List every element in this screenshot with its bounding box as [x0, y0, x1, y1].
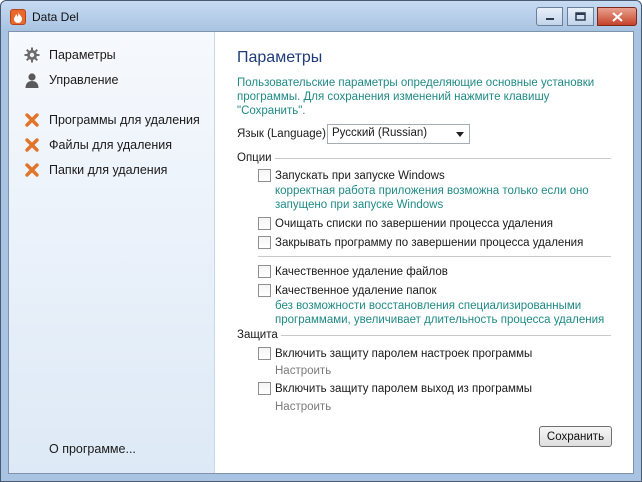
checkbox-box[interactable] — [258, 236, 271, 249]
checkbox-clear-lists[interactable]: Очищать списки по завершении процесса уд… — [258, 217, 553, 230]
sidebar: Параметры Управление Программы для удале… — [9, 32, 215, 473]
cross-icon — [23, 111, 41, 129]
sidebar-item-programs-to-delete[interactable]: Программы для удаления — [23, 110, 200, 130]
window-title: Data Del — [32, 10, 79, 24]
maximize-icon — [575, 12, 586, 21]
protection-divider — [281, 335, 611, 336]
checkbox-quality-files[interactable]: Качественное удаление файлов — [258, 265, 448, 278]
options-inner-divider — [258, 256, 611, 257]
app-logo-icon — [10, 9, 26, 25]
checkbox-box[interactable] — [258, 382, 271, 395]
checkbox-box[interactable] — [258, 284, 271, 297]
checkbox-label: Включить защиту паролем выход из програм… — [275, 382, 533, 395]
checkbox-settings-password[interactable]: Включить защиту паролем настроек програм… — [258, 347, 532, 360]
checkbox-label: Качественное удаление файлов — [275, 265, 448, 278]
sidebar-item-label: Папки для удаления — [49, 163, 168, 177]
protection-section-label: Защита — [237, 329, 278, 341]
settings-panel: Параметры Пользовательские параметры опр… — [237, 32, 627, 473]
sidebar-item-management[interactable]: Управление — [23, 70, 119, 90]
options-divider — [275, 158, 611, 159]
language-select[interactable]: Русский (Russian) — [327, 124, 470, 144]
settings-password-configure-link[interactable]: Настроить — [275, 365, 331, 377]
checkbox-box[interactable] — [258, 169, 271, 182]
checkbox-box[interactable] — [258, 347, 271, 360]
checkbox-close-program[interactable]: Закрывать программу по завершении процес… — [258, 236, 583, 249]
window-client-area: Параметры Управление Программы для удале… — [8, 31, 634, 474]
gear-icon — [23, 46, 41, 64]
checkbox-label: Включить защиту паролем настроек програм… — [275, 347, 533, 360]
cross-icon — [23, 136, 41, 154]
minimize-icon — [545, 17, 554, 20]
sidebar-item-parameters[interactable]: Параметры — [23, 45, 116, 65]
sidebar-item-label: Управление — [49, 73, 119, 87]
quality-folders-note: без возможности восстановления специализ… — [275, 300, 605, 326]
cross-icon — [23, 161, 41, 179]
close-button[interactable] — [597, 7, 637, 26]
minimize-button[interactable] — [536, 7, 563, 26]
about-link[interactable]: О программе... — [49, 442, 136, 456]
user-icon — [23, 71, 41, 89]
exit-password-configure-link[interactable]: Настроить — [275, 401, 331, 413]
sidebar-item-files-to-delete[interactable]: Файлы для удаления — [23, 135, 172, 155]
run-on-startup-note: корректная работа приложения возможна то… — [275, 185, 589, 211]
sidebar-item-folders-to-delete[interactable]: Папки для удаления — [23, 160, 167, 180]
title-bar[interactable]: Data Del — [1, 1, 641, 31]
close-icon — [611, 11, 623, 22]
language-select-value: Русский (Russian) — [332, 127, 428, 139]
checkbox-box[interactable] — [258, 265, 271, 278]
options-section-label: Опции — [237, 152, 272, 164]
checkbox-quality-folders[interactable]: Качественное удаление папок — [258, 284, 437, 297]
checkbox-label: Качественное удаление папок — [275, 284, 437, 297]
save-button[interactable]: Сохранить — [539, 426, 612, 447]
checkbox-label: Закрывать программу по завершении процес… — [275, 236, 584, 249]
checkbox-run-on-startup[interactable]: Запускать при запуске Windows — [258, 169, 445, 182]
maximize-button[interactable] — [567, 7, 594, 26]
sidebar-item-label: Программы для удаления — [49, 113, 200, 127]
language-label: Язык (Language) — [237, 128, 326, 140]
page-description: Пользовательские параметры определяющие … — [237, 77, 595, 117]
chevron-down-icon — [456, 132, 464, 137]
page-title: Параметры — [237, 49, 323, 66]
checkbox-label: Очищать списки по завершении процесса уд… — [275, 217, 554, 230]
checkbox-box[interactable] — [258, 217, 271, 230]
sidebar-item-label: Файлы для удаления — [49, 138, 172, 152]
checkbox-exit-password[interactable]: Включить защиту паролем выход из програм… — [258, 382, 532, 395]
checkbox-label: Запускать при запуске Windows — [275, 169, 445, 182]
app-window: Data Del Параметры Управление Программы … — [0, 0, 642, 482]
sidebar-item-label: Параметры — [49, 48, 116, 62]
